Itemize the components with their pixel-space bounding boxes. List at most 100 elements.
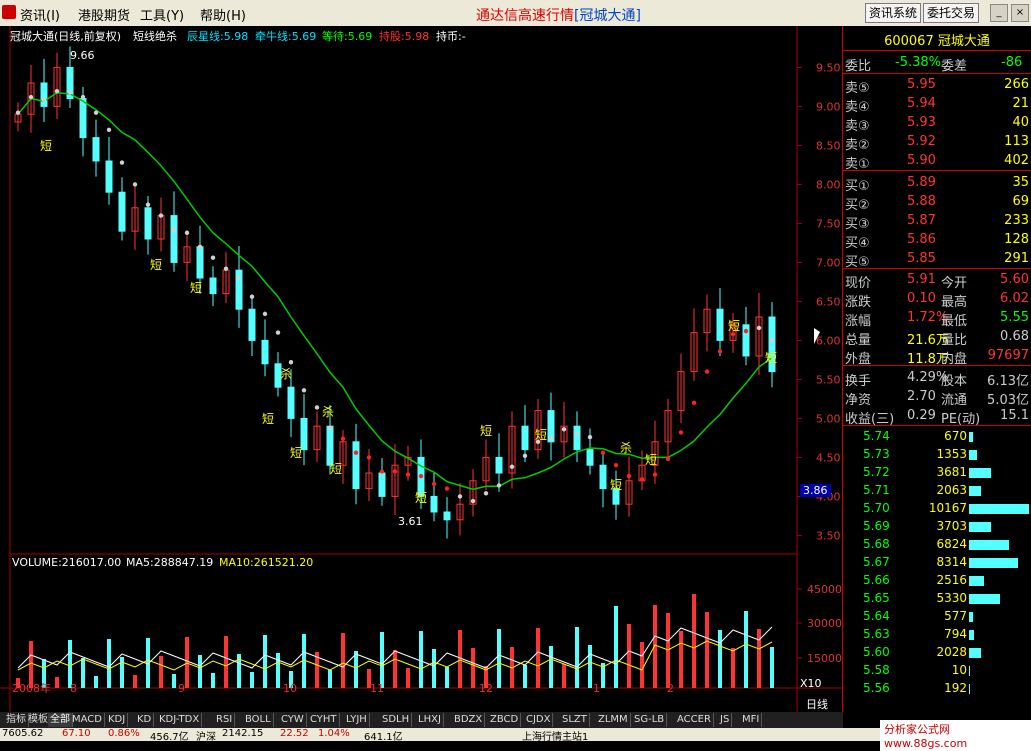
volume-bar [432, 649, 436, 688]
volume-bar [211, 673, 215, 688]
price-tick-label: 7.00 [816, 256, 841, 269]
volume-bar [770, 647, 774, 688]
candle-body [573, 425, 581, 451]
trend-dot [80, 94, 86, 100]
price-dist-row: 5.63 794 [843, 625, 1031, 643]
candle-body [599, 464, 607, 490]
tab-accer[interactable]: ACCER [675, 713, 714, 727]
menu-hk-futures[interactable]: 港股期货 [78, 5, 130, 24]
candle-body [105, 160, 113, 193]
kline-chart-svg[interactable]: 9.509.008.508.007.507.006.506.005.505.00… [0, 26, 843, 712]
volume-bar [562, 664, 566, 688]
tab-js[interactable]: JS [718, 713, 733, 727]
candle-body [716, 308, 724, 341]
candle-body [352, 441, 360, 490]
date-label: 9 [178, 682, 185, 695]
volume-bar [627, 624, 631, 688]
tab-cjdx[interactable]: CJDX [524, 713, 554, 727]
kline-chart-area[interactable]: 9.50 9.00 8.50 8.00 7.50 7.00 6.50 6.00 5.50 5.00… [0, 26, 843, 712]
buy-row: 买⑤ 5.85 291 [845, 251, 1029, 270]
close-icon[interactable]: × [1011, 4, 1029, 22]
price-dist-row: 5.74 670 [843, 427, 1031, 445]
price-dist-bar [969, 540, 1009, 550]
trend-dot [639, 477, 645, 482]
index-value: 7605.62 [2, 728, 44, 739]
price-tick-label: 5.50 [816, 373, 841, 386]
trend-dot [249, 294, 255, 299]
indicator-name: 短线绝杀 [133, 30, 177, 43]
period-label[interactable]: 日线 [806, 696, 828, 712]
volume-bar [159, 656, 163, 688]
price-dist-bar [969, 558, 1018, 568]
tab-mfi[interactable]: MFI [740, 713, 763, 727]
price-dist-bar [969, 648, 981, 658]
quote-panel: 600067 冠城大通 委比 -5.38% 委差 -86 卖⑤ 5.95 266 卖④… [843, 26, 1031, 712]
tab-rsi[interactable]: RSI [214, 713, 236, 727]
menu-tools[interactable]: 工具(Y) [140, 5, 184, 24]
divider [843, 50, 1031, 51]
tab-kd[interactable]: KD [135, 713, 155, 727]
volume-bar [55, 677, 59, 688]
stat-row: 现价 5.91 今开 5.60 [845, 272, 1029, 291]
trend-dot [119, 160, 125, 165]
tab-cyht[interactable]: CYHT [308, 713, 340, 727]
volume-bar [328, 670, 332, 688]
tab-kdj-tdx[interactable]: KDJ-TDX [157, 713, 203, 727]
signal-short-label: 短 [645, 453, 657, 467]
trend-dot [15, 110, 21, 115]
sell-row: 卖③ 5.93 40 [845, 115, 1029, 134]
tab-lyjh[interactable]: LYJH [344, 713, 370, 727]
trend-dot [314, 405, 320, 410]
price-tick-label: 8.00 [816, 178, 841, 191]
volume-bar [393, 650, 397, 688]
trend-dot [522, 453, 528, 459]
tab-zlmm[interactable]: ZLMM [596, 713, 631, 727]
menu-help[interactable]: 帮助(H) [200, 5, 246, 24]
trend-dot [327, 425, 333, 430]
tab-sg-lb[interactable]: SG-LB [632, 713, 668, 727]
volume-bar [549, 646, 553, 688]
trade-button[interactable]: 委托交易 [923, 3, 980, 23]
tab-boll[interactable]: BOLL [243, 713, 274, 727]
indicator-tab-bar: 指标 模板 全部 MACD KDJ KD KDJ-TDX RSI BOLL CYW CYHT LYJH… [0, 712, 843, 728]
sell-row: 卖① 5.90 402 [845, 153, 1029, 172]
price-tick-label: 4.50 [816, 451, 841, 464]
volume-bar [354, 651, 358, 688]
tab-kdj[interactable]: KDJ [106, 713, 129, 727]
divider [843, 268, 1031, 269]
tab-zbcd[interactable]: ZBCD [488, 713, 522, 727]
price-tick-label: 5.00 [816, 412, 841, 425]
volume-tick-label: 15000 [807, 652, 842, 665]
buy-row: 买③ 5.87 233 [845, 213, 1029, 232]
sell-row: 卖④ 5.94 21 [845, 96, 1029, 115]
ind-item-chenxing: 辰星线:5.98 [187, 30, 249, 43]
volume-bar [406, 668, 410, 688]
index-pct: 0.86% [108, 728, 140, 739]
trend-dot [496, 483, 502, 488]
tab-macd[interactable]: MACD [70, 713, 105, 727]
volume-bar [718, 630, 722, 688]
tab-cyw[interactable]: CYW [279, 713, 307, 727]
divider [843, 73, 1031, 74]
trend-dot [652, 472, 658, 477]
volume-bar [250, 672, 254, 688]
trend-dot [262, 311, 268, 317]
volume-tick-label: 45000 [807, 583, 842, 596]
volume-bar [198, 655, 202, 688]
minimize-icon[interactable]: _ [990, 4, 1008, 22]
tab-bdzx[interactable]: BDZX [452, 713, 486, 727]
menu-info[interactable]: 资讯(I) [20, 5, 60, 24]
trend-dot [470, 498, 476, 504]
trend-dot [561, 427, 567, 432]
trend-dot [145, 202, 151, 207]
tab-lhxj[interactable]: LHXJ [416, 713, 444, 727]
price-tick-label: 9.50 [816, 61, 841, 74]
info-system-button[interactable]: 资讯系统 [865, 3, 922, 23]
volume-bar [172, 674, 176, 688]
tab-sdlh[interactable]: SDLH [380, 713, 413, 727]
stock-header: 600067 冠城大通 [884, 34, 990, 49]
trend-dot [574, 431, 580, 437]
tab-slzt[interactable]: SLZT [560, 713, 590, 727]
price-dist-bar [969, 612, 973, 622]
price-dist-row: 5.72 3681 [843, 463, 1031, 481]
